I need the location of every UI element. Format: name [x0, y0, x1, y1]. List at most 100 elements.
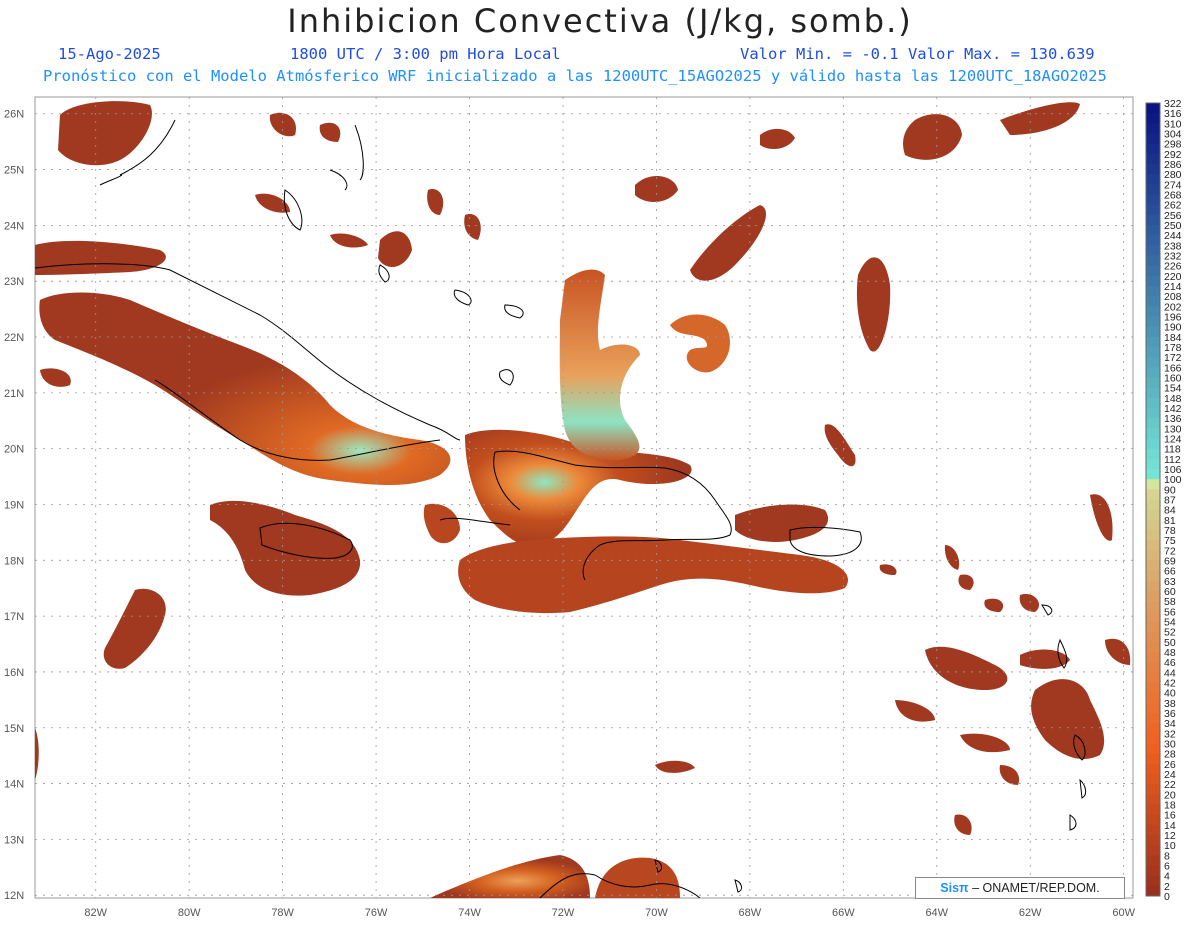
colorbar-swatch [1146, 123, 1160, 134]
lon-tick-label: 78W [271, 907, 294, 919]
colorbar-swatch [1146, 865, 1160, 877]
colorbar-swatch [1146, 814, 1160, 826]
colorbar-swatch [1146, 448, 1160, 460]
colorbar-swatch [1146, 540, 1160, 551]
lon-tick-label: 74W [458, 907, 481, 919]
colorbar-swatch [1146, 784, 1160, 795]
credit-brand: Sisπ [940, 881, 969, 895]
colorbar-swatch [1146, 733, 1160, 744]
colorbar-swatch [1146, 153, 1160, 165]
credit-box: Sisπ – ONAMET/REP.DOM. [915, 877, 1125, 899]
colorbar-swatch [1146, 336, 1160, 348]
colorbar-swatch [1146, 469, 1160, 480]
colorbar-swatch [1146, 133, 1160, 145]
colorbar-swatch [1146, 591, 1160, 602]
colorbar-swatch [1146, 743, 1160, 755]
colorbar-swatch [1146, 804, 1160, 816]
lat-tick-label: 26N [4, 109, 24, 121]
lat-tick-label: 18N [4, 555, 24, 567]
colorbar-swatch [1146, 225, 1160, 236]
colorbar-swatch [1146, 194, 1160, 206]
colorbar-swatch [1146, 570, 1160, 582]
lon-tick-label: 80W [178, 907, 201, 919]
colorbar-swatch [1146, 306, 1160, 317]
lon-tick-label: 60W [1112, 907, 1135, 919]
colorbar-swatch [1146, 550, 1160, 561]
lon-tick-label: 62W [1019, 907, 1042, 919]
colorbar-swatch [1146, 347, 1160, 358]
colorbar-swatch [1146, 275, 1160, 287]
lat-tick-label: 17N [4, 611, 24, 623]
colorbar-swatch [1146, 835, 1160, 846]
colorbar-swatch [1146, 662, 1160, 673]
lat-tick-label: 14N [4, 779, 24, 791]
colorbar-swatch [1146, 438, 1160, 450]
colorbar-swatch [1146, 631, 1160, 643]
lon-tick-label: 76W [365, 907, 388, 919]
lat-tick-label: 21N [4, 388, 24, 400]
colorbar-swatch [1146, 164, 1160, 175]
colorbar-swatch [1146, 652, 1160, 663]
colorbar-swatch [1146, 723, 1160, 734]
lat-tick-label: 24N [4, 220, 24, 232]
colorbar-swatch [1146, 682, 1160, 694]
colorbar-swatch [1146, 367, 1160, 378]
lon-tick-label: 68W [739, 907, 762, 919]
colorbar-swatch [1146, 408, 1160, 419]
colorbar-swatch [1146, 530, 1160, 541]
colorbar-swatch [1146, 377, 1160, 389]
colorbar-swatch [1146, 214, 1160, 226]
colorbar-swatch [1146, 418, 1160, 429]
colorbar-swatch [1146, 885, 1160, 897]
colorbar-swatch [1146, 316, 1160, 328]
lat-tick-label: 12N [4, 890, 24, 902]
colorbar-swatch [1146, 855, 1160, 866]
lat-tick-label: 15N [4, 723, 24, 735]
colorbar-swatch [1146, 641, 1160, 653]
colorbar-swatch [1146, 509, 1160, 521]
lat-tick-label: 23N [4, 276, 24, 288]
colorbar-swatch [1146, 753, 1160, 765]
colorbar-swatch [1146, 763, 1160, 775]
colorbar-swatch [1146, 479, 1160, 490]
colorbar-swatch [1146, 560, 1160, 572]
colorbar-swatch [1146, 875, 1160, 887]
colorbar-legend: 3223163103042982922862802742682622562502… [1145, 98, 1182, 903]
colorbar-swatch [1146, 499, 1160, 511]
lat-tick-label: 22N [4, 332, 24, 344]
colorbar-swatch [1146, 255, 1160, 267]
lat-tick-label: 25N [4, 165, 24, 177]
colorbar-swatch [1146, 357, 1160, 368]
colorbar-swatch [1146, 204, 1160, 216]
colorbar-swatch [1146, 245, 1160, 256]
colorbar-swatch [1146, 113, 1160, 124]
lon-tick-label: 64W [925, 907, 948, 919]
colorbar-swatch [1146, 794, 1160, 805]
lon-tick-label: 72W [552, 907, 575, 919]
colorbar-swatch [1146, 692, 1160, 704]
colorbar-swatch [1146, 702, 1160, 714]
lat-tick-label: 16N [4, 667, 24, 679]
lon-tick-label: 82W [84, 907, 107, 919]
colorbar-swatch [1146, 774, 1160, 785]
colorbar-swatch [1146, 489, 1160, 500]
colorbar-label: 0 [1164, 891, 1170, 903]
colorbar-swatch [1146, 672, 1160, 683]
colorbar-swatch [1146, 174, 1160, 185]
colorbar-swatch [1146, 265, 1160, 277]
lon-tick-label: 66W [832, 907, 855, 919]
colorbar-swatch [1146, 824, 1160, 836]
colorbar-swatch [1146, 387, 1160, 399]
colorbar-swatch [1146, 296, 1160, 307]
colorbar-swatch [1146, 601, 1160, 612]
colorbar-swatch [1146, 713, 1160, 724]
map-canvas: 82W 80W 78W 76W 74W 72W 70W 68W 66W 64W 62W 60W 26N 2… [4, 96, 1182, 919]
colorbar-swatch [1146, 286, 1160, 297]
colorbar-swatch [1146, 143, 1160, 155]
lat-tick-label: 19N [4, 499, 24, 511]
colorbar-swatch [1146, 580, 1160, 592]
colorbar-swatch [1146, 621, 1160, 633]
colorbar-swatch [1146, 184, 1160, 195]
colorbar-swatch [1146, 458, 1160, 470]
colorbar-swatch [1146, 326, 1160, 338]
